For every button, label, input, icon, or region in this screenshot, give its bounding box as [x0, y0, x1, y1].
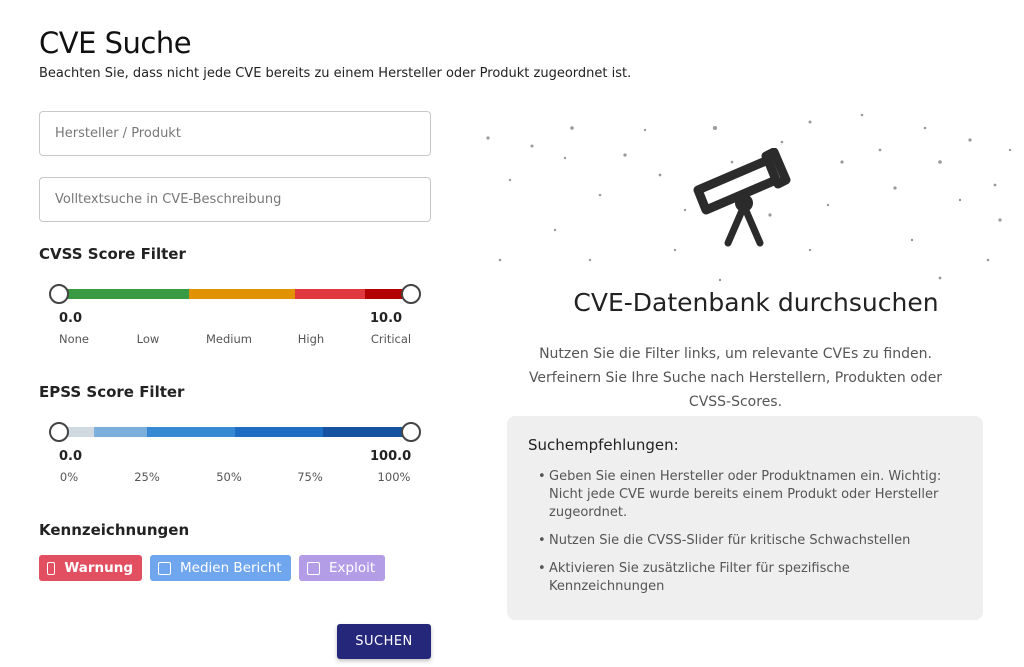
telescope-icon: [693, 148, 791, 247]
epss-segment: [322, 427, 411, 437]
epss-segment: [234, 427, 323, 437]
epss-slider-track[interactable]: [59, 427, 411, 437]
flags-title: Kennzeichnungen: [39, 521, 190, 539]
cvss-tick: Medium: [206, 332, 252, 346]
epss-tick: 0%: [59, 470, 79, 484]
epss-tick: 100%: [377, 470, 411, 484]
search-button[interactable]: SUCHEN: [337, 624, 431, 659]
page-title: CVE Suche: [39, 26, 192, 60]
cvss-tick: Critical: [370, 332, 412, 346]
suggestions-panel: Suchempfehlungen: Geben Sie einen Herste…: [507, 416, 983, 620]
flag-warning-toggle[interactable]: Warnung: [39, 555, 142, 581]
epss-segment: [146, 427, 235, 437]
hero-title-text: CVE-Datenbank durchsuchen: [573, 288, 939, 317]
cvss-tick: High: [297, 332, 325, 346]
cvss-tick: None: [58, 332, 90, 346]
epss-tick: 50%: [216, 470, 242, 484]
checkbox-icon: [47, 561, 56, 575]
epss-max-handle[interactable]: [401, 422, 421, 442]
suggestions-title: Suchempfehlungen:: [528, 436, 679, 454]
epss-min-value: 0.0: [59, 449, 83, 464]
page-subtitle: Beachten Sie, dass nicht jede CVE bereit…: [39, 66, 632, 81]
vendor-product-input[interactable]: [39, 111, 431, 156]
list-item: Geben Sie einen Hersteller oder Produktn…: [538, 468, 962, 522]
flag-media-report-toggle[interactable]: Medien Bericht: [150, 555, 291, 581]
flag-label: Warnung: [64, 560, 133, 576]
epss-tick: 25%: [134, 470, 160, 484]
fulltext-search-input[interactable]: [39, 177, 431, 222]
checkbox-icon: [307, 561, 320, 575]
suggestions-list: Geben Sie einen Hersteller oder Produktn…: [528, 468, 962, 596]
cvss-tick: Low: [136, 332, 160, 346]
cvss-filter-title: CVSS Score Filter: [39, 245, 186, 263]
epss-filter-title: EPSS Score Filter: [39, 383, 185, 401]
list-item: Nutzen Sie die CVSS-Slider für kritische…: [538, 532, 962, 550]
epss-segment: [94, 427, 147, 437]
flag-label: Medien Bericht: [180, 560, 282, 576]
flag-exploit-toggle[interactable]: Exploit: [299, 555, 385, 581]
epss-tick: 75%: [297, 470, 323, 484]
epss-min-handle[interactable]: [49, 422, 69, 442]
epss-max-value: 100.0: [370, 449, 412, 464]
flag-label: Exploit: [329, 560, 376, 576]
epss-slider[interactable]: [49, 422, 421, 442]
list-item: Aktivieren Sie zusätzliche Filter für sp…: [538, 560, 962, 596]
checkbox-icon: [158, 561, 171, 575]
hero-title: CVE-Datenbank durchsuchen: [0, 288, 1024, 317]
hero-description: Nutzen Sie die Filter links, um relevant…: [528, 346, 943, 410]
